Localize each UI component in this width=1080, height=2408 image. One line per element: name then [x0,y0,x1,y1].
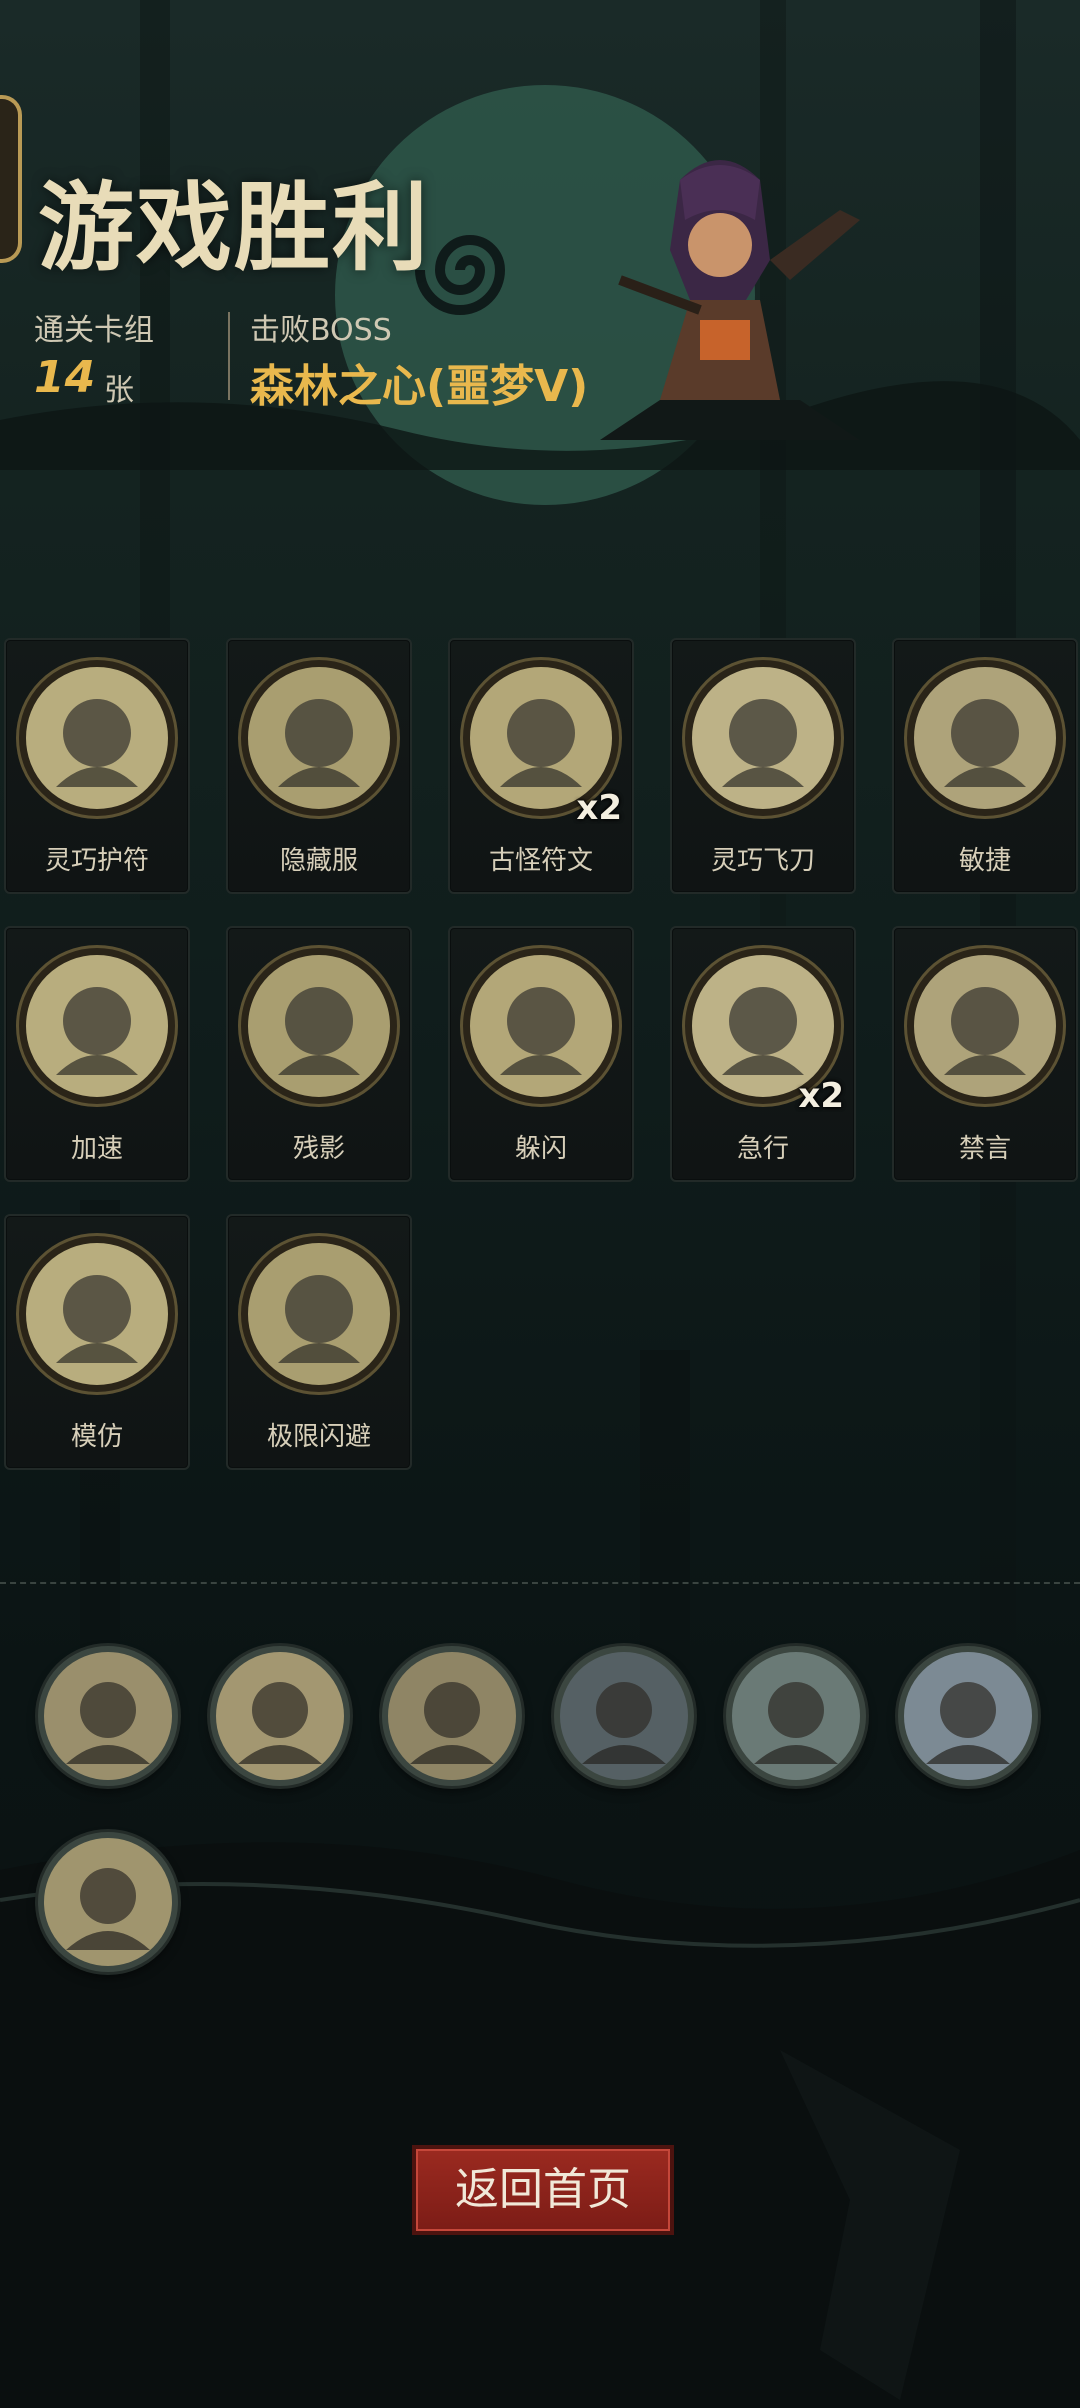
vampire-icon[interactable] [382,1646,522,1786]
card-name: 模仿 [70,1422,123,1452]
deck-card[interactable]: 模仿 [4,1214,190,1470]
title-accent-bar [0,95,22,263]
card-art-icon [907,948,1063,1104]
card-art-icon [241,948,397,1104]
card-name: 极限闪避 [266,1422,371,1452]
card-name: 隐藏服 [279,846,358,876]
deck-card[interactable]: 灵巧护符 [4,638,190,894]
card-art-icon [241,660,397,816]
deck-card[interactable]: 古怪符文 x2 [448,638,634,894]
deck-card[interactable]: 禁言 [892,926,1078,1182]
card-art-icon [907,660,1063,816]
card-name: 禁言 [958,1134,1011,1164]
hooded-lightning-icon[interactable] [38,1646,178,1786]
card-name: 急行 [736,1134,789,1164]
deck-card[interactable]: 隐藏服 [226,638,412,894]
card-name: 古怪符文 [488,846,593,876]
card-name: 加速 [70,1134,123,1164]
deck-card[interactable]: 灵巧飞刀 [670,638,856,894]
card-art-icon [463,948,619,1104]
card-name: 灵巧护符 [44,846,149,876]
deck-card[interactable]: 急行 x2 [670,926,856,1182]
archer-icon[interactable] [38,1832,178,1972]
stat-divider [228,312,230,400]
deck-card[interactable]: 躲闪 [448,926,634,1182]
deck-label: 通关卡组 [34,313,154,348]
card-name: 灵巧飞刀 [710,846,815,876]
book-sword-icon[interactable] [554,1646,694,1786]
card-name: 敏捷 [958,846,1011,876]
goblin-warrior-icon[interactable] [726,1646,866,1786]
page-title: 游戏胜利 [38,172,430,284]
card-art-icon [19,1236,175,1392]
boss-name: 森林之心(噩梦V) [250,361,589,412]
boss-label: 击败BOSS [250,313,392,348]
horned-skull-icon[interactable] [210,1646,350,1786]
blade-icon[interactable] [898,1646,1038,1786]
card-name: 躲闪 [514,1134,567,1164]
card-name: 残影 [292,1134,345,1164]
card-count-badge: x2 [798,1076,844,1116]
deck-unit: 张 [104,373,134,408]
card-art-icon [19,948,175,1104]
card-art-icon [241,1236,397,1392]
section-divider [0,1582,1080,1584]
deck-card[interactable]: 极限闪避 [226,1214,412,1470]
deck-card[interactable]: 加速 [4,926,190,1182]
card-art-icon [685,660,841,816]
heroine-illustration [600,160,860,440]
deck-card[interactable]: 敏捷 [892,638,1078,894]
card-count-badge: x2 [576,788,622,828]
deck-card[interactable]: 残影 [226,926,412,1182]
card-art-icon [19,660,175,816]
deck-count: 14 [34,352,96,403]
return-home-button[interactable]: 返回首页 [412,2145,674,2235]
